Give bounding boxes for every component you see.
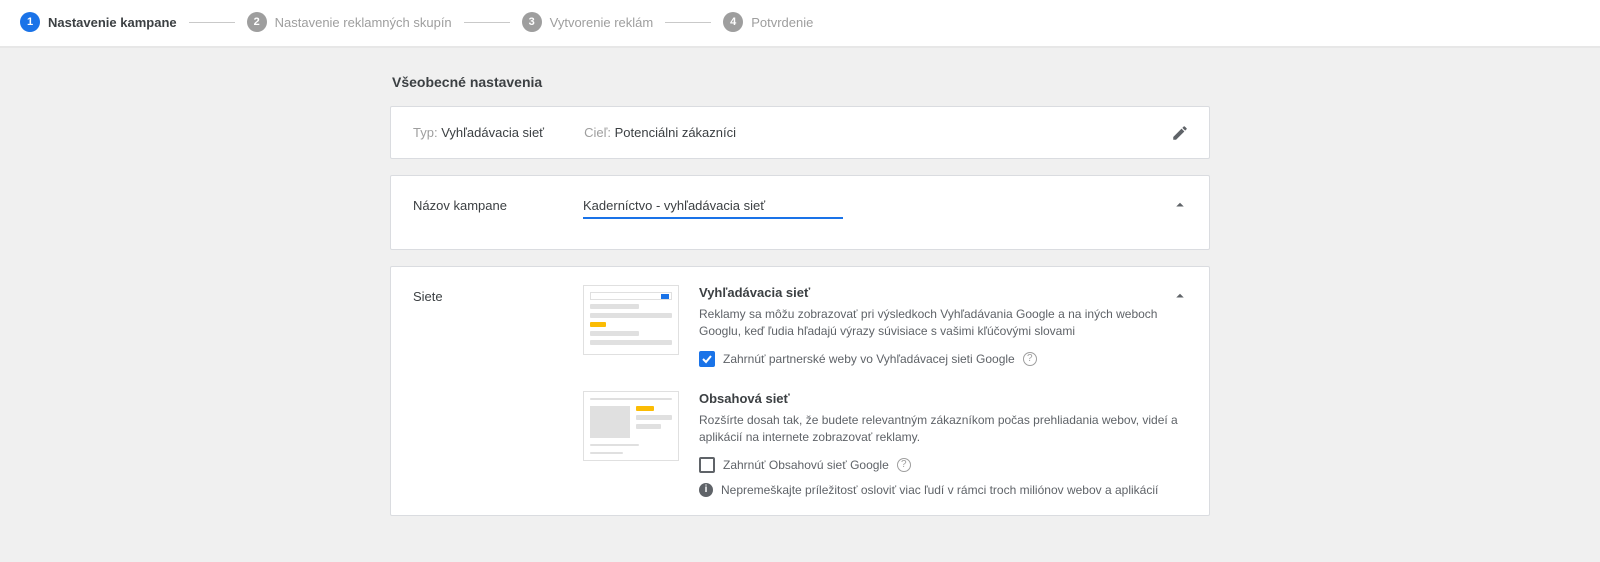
step-1-circle: 1 bbox=[20, 12, 40, 32]
info-icon: i bbox=[699, 483, 713, 497]
step-1-label: Nastavenie kampane bbox=[48, 15, 177, 30]
include-search-partners-checkbox[interactable]: Zahrnúť partnerské weby vo Vyhľadávacej … bbox=[699, 351, 1187, 367]
display-network-block: Obsahová sieť Rozšírte dosah tak, že bud… bbox=[583, 391, 1187, 497]
step-3[interactable]: 3 Vytvorenie reklám bbox=[522, 12, 654, 32]
include-search-partners-label: Zahrnúť partnerské weby vo Vyhľadávacej … bbox=[723, 352, 1015, 366]
search-network-desc: Reklamy sa môžu zobrazovať pri výsledkoc… bbox=[699, 306, 1187, 341]
campaign-name-label: Názov kampane bbox=[413, 194, 583, 213]
include-display-network-checkbox[interactable]: Zahrnúť Obsahovú sieť Google ? bbox=[699, 457, 1187, 473]
networks-label: Siete bbox=[413, 285, 583, 304]
stepper: 1 Nastavenie kampane 2 Nastavenie reklam… bbox=[0, 0, 1600, 48]
goal-label: Cieľ: bbox=[584, 125, 611, 140]
search-network-thumbnail bbox=[583, 285, 679, 355]
display-network-desc: Rozšírte dosah tak, že budete relevantný… bbox=[699, 412, 1187, 447]
type-goal-card: Typ: Vyhľadávacia sieť Cieľ: Potenciálni… bbox=[390, 106, 1210, 159]
step-3-label: Vytvorenie reklám bbox=[550, 15, 654, 30]
goal-value: Potenciálni zákazníci bbox=[615, 125, 736, 140]
type-label: Typ: bbox=[413, 125, 438, 140]
step-connector bbox=[665, 22, 711, 23]
step-2-circle: 2 bbox=[247, 12, 267, 32]
checkbox-checked-icon bbox=[699, 351, 715, 367]
search-network-block: Vyhľadávacia sieť Reklamy sa môžu zobraz… bbox=[583, 285, 1187, 367]
goal-kv: Cieľ: Potenciálni zákazníci bbox=[584, 125, 736, 140]
step-2-label: Nastavenie reklamných skupín bbox=[275, 15, 452, 30]
campaign-name-card: Názov kampane bbox=[390, 175, 1210, 250]
content: Všeobecné nastavenia Typ: Vyhľadávacia s… bbox=[390, 48, 1210, 562]
step-connector bbox=[464, 22, 510, 23]
chevron-up-icon[interactable] bbox=[1171, 196, 1189, 214]
step-4[interactable]: 4 Potvrdenie bbox=[723, 12, 813, 32]
checkbox-unchecked-icon bbox=[699, 457, 715, 473]
campaign-name-input[interactable] bbox=[583, 194, 843, 219]
include-display-network-label: Zahrnúť Obsahovú sieť Google bbox=[723, 458, 889, 472]
chevron-up-icon[interactable] bbox=[1171, 287, 1189, 305]
section-title: Všeobecné nastavenia bbox=[390, 74, 1210, 90]
display-network-title: Obsahová sieť bbox=[699, 391, 1187, 406]
step-1[interactable]: 1 Nastavenie kampane bbox=[20, 12, 177, 32]
type-kv: Typ: Vyhľadávacia sieť bbox=[413, 125, 544, 140]
type-value: Vyhľadávacia sieť bbox=[441, 125, 544, 140]
display-network-info-text: Nepremeškajte príležitosť osloviť viac ľ… bbox=[721, 483, 1158, 497]
step-3-circle: 3 bbox=[522, 12, 542, 32]
help-icon[interactable]: ? bbox=[1023, 352, 1037, 366]
networks-card: Siete Vyhľadávacia sieť Reklamy sa môžu bbox=[390, 266, 1210, 516]
step-connector bbox=[189, 22, 235, 23]
display-network-thumbnail bbox=[583, 391, 679, 461]
display-network-info: i Nepremeškajte príležitosť osloviť viac… bbox=[699, 483, 1187, 497]
step-4-circle: 4 bbox=[723, 12, 743, 32]
help-icon[interactable]: ? bbox=[897, 458, 911, 472]
pencil-icon[interactable] bbox=[1171, 124, 1189, 142]
step-2[interactable]: 2 Nastavenie reklamných skupín bbox=[247, 12, 452, 32]
search-network-title: Vyhľadávacia sieť bbox=[699, 285, 1187, 300]
step-4-label: Potvrdenie bbox=[751, 15, 813, 30]
